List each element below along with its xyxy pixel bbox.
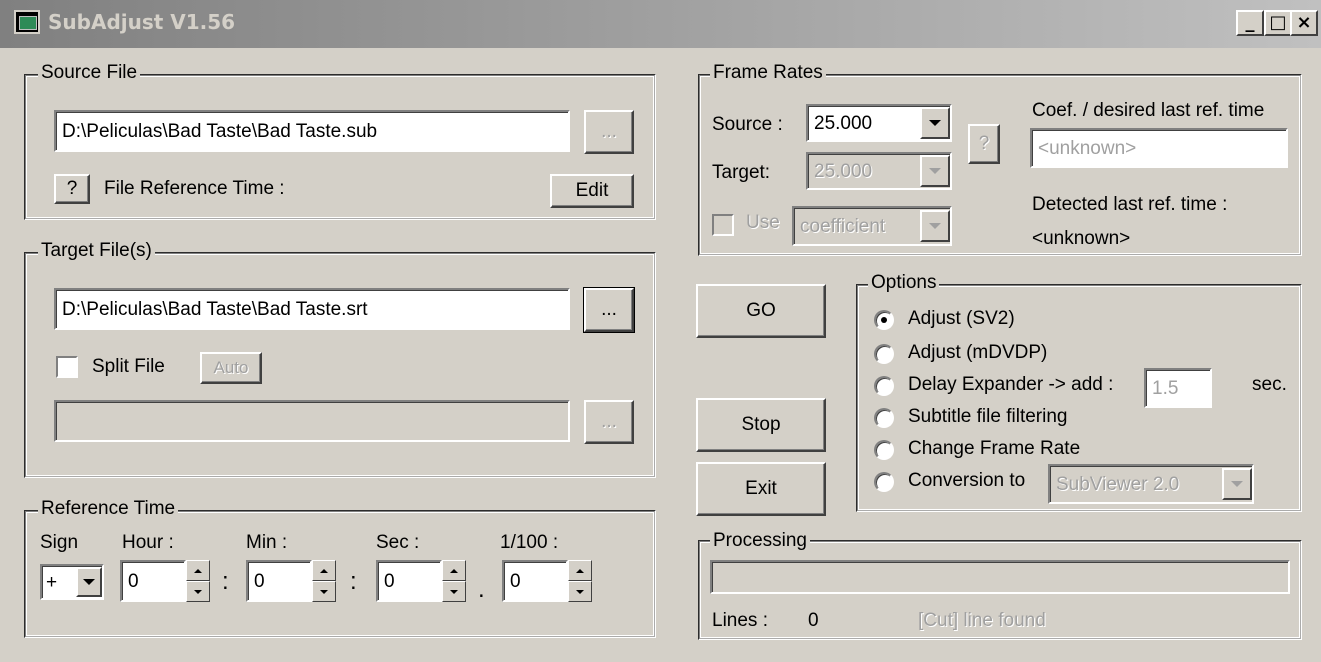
option-radio-adjust-mdvdp[interactable] [874,344,894,364]
hundredths-input[interactable]: 0 [502,560,568,602]
title-bar[interactable]: SubAdjust V1.56 _ □ × [0,0,1321,48]
spin-up-icon[interactable] [568,560,592,581]
split-browse-button[interactable]: ... [584,400,634,444]
spin-up-icon[interactable] [442,560,466,581]
source-fps-label: Source : [712,114,783,135]
split-file-label: Split File [92,356,165,377]
sec-spinner[interactable] [442,560,466,602]
hour-spinner[interactable] [186,560,210,602]
go-button[interactable]: GO [696,284,826,338]
option-radio-change-frame-rate[interactable] [874,440,894,460]
chevron-down-icon [929,223,941,229]
option-radio-delay-expander[interactable] [874,376,894,396]
spin-down-icon[interactable] [442,581,466,602]
spin-down-icon[interactable] [312,581,336,602]
option-radio-conversion[interactable] [874,472,894,492]
chevron-down-icon [929,120,941,126]
auto-button[interactable]: Auto [200,352,262,384]
source-file-path-input[interactable]: D:\Peliculas\Bad Taste\Bad Taste.sub [54,110,570,152]
option-radio-subtitle-filtering[interactable] [874,408,894,428]
selected-dot [881,317,887,323]
hour-input[interactable]: 0 [120,560,186,602]
target-fps-value: 25.000 [814,160,873,182]
cut-line-found-label: [Cut] line found [918,610,1046,631]
use-mode-dropdown-button[interactable] [920,210,950,242]
chevron-down-icon [83,579,95,585]
processing-progress-bar [710,560,1290,594]
minimize-button[interactable]: _ [1236,10,1264,36]
lines-label: Lines : [712,610,768,631]
sign-value: + [46,571,58,593]
spin-up-icon[interactable] [312,560,336,581]
option-radio-adjust-sv2[interactable] [874,310,894,330]
spin-down-icon[interactable] [568,581,592,602]
option-label-adjust-mdvdp: Adjust (mDVDP) [908,342,1048,363]
coef-label: Coef. / desired last ref. time [1032,100,1265,121]
spin-down-icon[interactable] [186,581,210,602]
min-label: Min : [246,532,288,553]
close-button[interactable]: × [1290,10,1318,36]
processing-legend: Processing [710,530,810,552]
min-spinner[interactable] [312,560,336,602]
min-sec-separator: : [350,568,357,595]
hour-label: Hour : [122,532,174,553]
source-fps-dropdown-button[interactable] [920,107,950,139]
target-browse-button[interactable]: ... [583,287,635,333]
min-input[interactable]: 0 [246,560,312,602]
app-icon[interactable] [14,10,40,34]
spin-up-icon[interactable] [186,560,210,581]
frame-rate-help-button[interactable]: ? [968,124,1000,164]
target-files-legend: Target File(s) [38,240,155,262]
split-file-checkbox[interactable] [56,356,78,378]
detected-last-ref-label: Detected last ref. time : [1032,194,1228,215]
chevron-down-icon [929,168,941,174]
sign-dropdown-button[interactable] [76,567,102,597]
stop-button[interactable]: Stop [696,398,826,452]
source-browse-button[interactable]: ... [584,110,634,154]
detected-last-ref-value: <unknown> [1032,228,1131,249]
sec-input[interactable]: 0 [376,560,442,602]
delay-value-input[interactable]: 1.5 [1144,368,1212,408]
frame-rates-legend: Frame Rates [710,62,826,84]
option-label-subtitle-filtering: Subtitle file filtering [908,406,1068,427]
hundredths-label: 1/100 : [500,532,559,553]
sign-label: Sign [40,532,79,553]
use-label: Use [746,212,780,233]
edit-button[interactable]: Edit [550,174,634,208]
delay-unit-label: sec. [1252,374,1287,395]
lines-value: 0 [808,610,819,631]
file-reference-time-label: File Reference Time : [104,178,285,199]
conversion-dropdown-button[interactable] [1222,468,1252,500]
chevron-down-icon [1231,481,1243,487]
exit-button[interactable]: Exit [696,462,826,516]
window-title: SubAdjust V1.56 [48,10,236,34]
use-checkbox[interactable] [712,214,734,236]
hundredths-spinner[interactable] [568,560,592,602]
target-fps-label: Target: [712,162,771,183]
coef-input[interactable]: <unknown> [1030,128,1288,168]
use-mode-value: coefficient [800,215,886,237]
conversion-format-value: SubViewer 2.0 [1056,473,1180,495]
option-label-adjust-sv2: Adjust (SV2) [908,308,1015,329]
split-file-path-input[interactable] [54,400,570,442]
target-file-path-input[interactable]: D:\Peliculas\Bad Taste\Bad Taste.srt [54,288,570,330]
source-file-legend: Source File [38,62,141,84]
sec-hundredths-separator: . [478,576,485,603]
option-label-delay-expander: Delay Expander -> add : [908,374,1114,395]
sec-label: Sec : [376,532,420,553]
maximize-button[interactable]: □ [1264,10,1292,36]
source-fps-value: 25.000 [814,112,873,134]
source-help-button[interactable]: ? [54,174,90,204]
option-label-conversion: Conversion to [908,470,1026,491]
options-legend: Options [868,272,940,294]
target-fps-dropdown-button[interactable] [920,155,950,187]
option-label-change-frame-rate: Change Frame Rate [908,438,1081,459]
hour-min-separator: : [222,568,229,595]
reference-time-legend: Reference Time [38,498,179,520]
